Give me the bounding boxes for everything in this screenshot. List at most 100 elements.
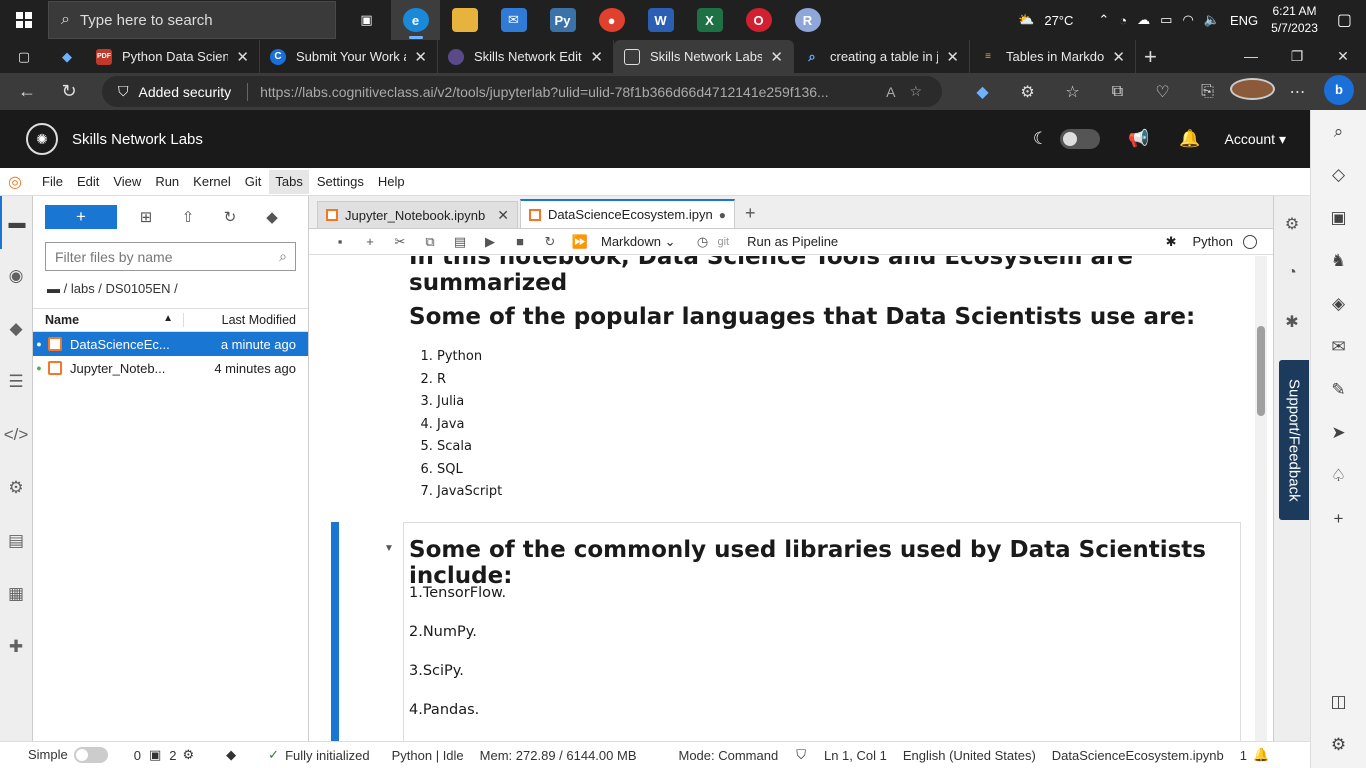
- running-kernels-icon[interactable]: ◉: [0, 249, 32, 302]
- debugger-bug-icon[interactable]: ✱: [1274, 312, 1310, 332]
- weather-icon[interactable]: ⛅: [1018, 12, 1034, 28]
- collapse-heading-icon[interactable]: ▼: [384, 543, 394, 554]
- taskbar-python[interactable]: Py: [538, 0, 587, 40]
- start-button[interactable]: [0, 0, 48, 40]
- back-arrow-icon[interactable]: ←: [6, 81, 48, 102]
- paste-icon[interactable]: ▤: [445, 234, 475, 250]
- screenshot-icon[interactable]: ⎘: [1185, 83, 1230, 101]
- run-as-pipeline-button[interactable]: Run as Pipeline: [747, 234, 838, 249]
- minimize-icon[interactable]: —: [1228, 40, 1274, 73]
- close-tab-icon[interactable]: ✕: [236, 48, 249, 66]
- close-window-icon[interactable]: ✕: [1320, 40, 1366, 73]
- terminal-icon[interactable]: ▣: [149, 747, 161, 763]
- menu-view[interactable]: View: [107, 170, 147, 194]
- search-icon[interactable]: ⌕: [1334, 110, 1344, 153]
- close-tab-icon[interactable]: ✕: [414, 48, 427, 66]
- taskbar-r-app[interactable]: R: [783, 0, 832, 40]
- notebook-scrollbar[interactable]: [1255, 256, 1267, 741]
- table-of-contents-icon[interactable]: ☰: [0, 355, 32, 408]
- taskbar-edge[interactable]: e: [391, 0, 440, 40]
- menu-kernel[interactable]: Kernel: [187, 170, 237, 194]
- browser-tab-2[interactable]: C Submit Your Work an ✕: [260, 40, 438, 73]
- battery-icon[interactable]: ▭: [1160, 12, 1172, 28]
- fast-forward-icon[interactable]: ⏩: [565, 234, 595, 250]
- restart-icon[interactable]: ↻: [535, 234, 565, 250]
- security-label[interactable]: Added security: [139, 84, 232, 100]
- taskbar-file-explorer[interactable]: [440, 0, 489, 40]
- volume-icon[interactable]: 🔈: [1204, 12, 1220, 28]
- code-snippets-icon[interactable]: </>: [0, 408, 32, 461]
- wifi-icon[interactable]: ◠: [1182, 12, 1193, 28]
- weather-temp[interactable]: 27°C: [1044, 13, 1073, 28]
- taskbar-mail[interactable]: ✉: [489, 0, 538, 40]
- copy-icon[interactable]: ⧉: [415, 234, 445, 250]
- taskbar-excel[interactable]: X: [685, 0, 734, 40]
- dark-mode-toggle[interactable]: [1060, 129, 1101, 149]
- chevron-up-icon[interactable]: ⌃: [1098, 12, 1109, 28]
- browser-essentials-icon[interactable]: ♡: [1140, 82, 1185, 102]
- insert-cell-icon[interactable]: +: [355, 234, 385, 249]
- favorites-icon[interactable]: ☆: [1050, 82, 1095, 102]
- git-label[interactable]: git: [717, 236, 729, 248]
- drop-icon[interactable]: ♤: [1331, 454, 1346, 497]
- extension-manager-icon[interactable]: ✚: [0, 620, 32, 673]
- cursor-position[interactable]: Ln 1, Col 1: [824, 748, 887, 763]
- cell-type-select[interactable]: Markdown ⌄: [601, 234, 675, 250]
- git-clone-icon[interactable]: ◆: [251, 208, 293, 226]
- new-folder-icon[interactable]: ⊞: [125, 208, 167, 226]
- games-icon[interactable]: ♞: [1331, 239, 1346, 282]
- file-browser-folder-icon[interactable]: ▬: [0, 196, 32, 249]
- modified-column-header[interactable]: Last Modified: [183, 313, 308, 327]
- spellcheck-language[interactable]: English (United States): [903, 748, 1036, 763]
- extension-diamond-icon[interactable]: ◆: [48, 40, 86, 73]
- close-tab-icon[interactable]: ✕: [946, 48, 959, 66]
- notification-count[interactable]: 1: [1240, 748, 1247, 763]
- kernel-status[interactable]: Python | Idle: [392, 748, 464, 763]
- refresh-icon[interactable]: ↻: [48, 81, 90, 102]
- support-feedback-tab[interactable]: Support/Feedback: [1279, 360, 1309, 520]
- extension-gem-icon[interactable]: ◆: [960, 82, 1005, 102]
- refresh-files-icon[interactable]: ↻: [209, 208, 251, 226]
- cloud-icon[interactable]: ☁: [1137, 12, 1150, 28]
- breadcrumb-path[interactable]: / labs / DS0105EN /: [64, 281, 178, 296]
- git-status-icon[interactable]: ◆: [226, 747, 236, 763]
- save-icon[interactable]: ▪: [325, 234, 355, 249]
- account-menu[interactable]: Account ▾: [1224, 131, 1286, 148]
- menu-help[interactable]: Help: [372, 170, 411, 194]
- profile-avatar[interactable]: [1230, 78, 1275, 105]
- stop-icon[interactable]: ■: [505, 234, 535, 249]
- bell-icon[interactable]: 🔔: [1179, 129, 1200, 149]
- browser-tab-3[interactable]: Skills Network Editor ✕: [438, 40, 614, 73]
- name-column-header[interactable]: Name ▲: [33, 313, 183, 327]
- unsaved-dot-icon[interactable]: ●: [719, 208, 726, 222]
- file-row[interactable]: ● DataScienceEc... a minute ago: [33, 332, 308, 356]
- network-icon[interactable]: ◔: [1119, 13, 1127, 28]
- add-sidebar-app-icon[interactable]: +: [1334, 497, 1344, 540]
- notification-bell-icon[interactable]: 🔔: [1253, 747, 1269, 763]
- taskbar-word[interactable]: W: [636, 0, 685, 40]
- filter-files-input[interactable]: Filter files by name ⌕: [45, 242, 296, 271]
- taskbar-search[interactable]: ⌕ Type here to search: [48, 1, 336, 39]
- metadata-icon[interactable]: ▤: [0, 514, 32, 567]
- clock-icon[interactable]: ◷: [687, 234, 717, 250]
- close-doc-tab-icon[interactable]: ✕: [497, 207, 509, 224]
- active-cell-indicator[interactable]: [331, 522, 339, 741]
- trusted-icon[interactable]: ⛉: [796, 747, 806, 763]
- browser-tab-1[interactable]: PDF Python Data Science ✕: [86, 40, 260, 73]
- address-bar[interactable]: ⛉ Added security https://labs.cognitivec…: [102, 76, 942, 107]
- git-icon[interactable]: ◆: [0, 302, 32, 355]
- browser-tab-5[interactable]: ⌕ creating a table in jup ✕: [794, 40, 970, 73]
- read-aloud-icon[interactable]: A: [886, 84, 895, 100]
- folder-icon[interactable]: ▬: [47, 281, 60, 296]
- send-icon[interactable]: ➤: [1331, 411, 1345, 454]
- simple-mode-toggle[interactable]: [73, 747, 108, 764]
- menu-edit[interactable]: Edit: [71, 170, 105, 194]
- kernels-count[interactable]: 2: [169, 748, 176, 763]
- close-tab-icon[interactable]: ✕: [590, 48, 603, 66]
- run-icon[interactable]: ▶: [475, 234, 505, 250]
- file-row[interactable]: ● Jupyter_Noteb... 4 minutes ago: [33, 356, 308, 380]
- close-tab-icon[interactable]: ✕: [1112, 48, 1125, 66]
- menu-settings[interactable]: Settings: [311, 170, 370, 194]
- more-options-icon[interactable]: ⋯: [1275, 82, 1320, 102]
- clock[interactable]: 6:21 AM 5/7/2023: [1271, 3, 1318, 37]
